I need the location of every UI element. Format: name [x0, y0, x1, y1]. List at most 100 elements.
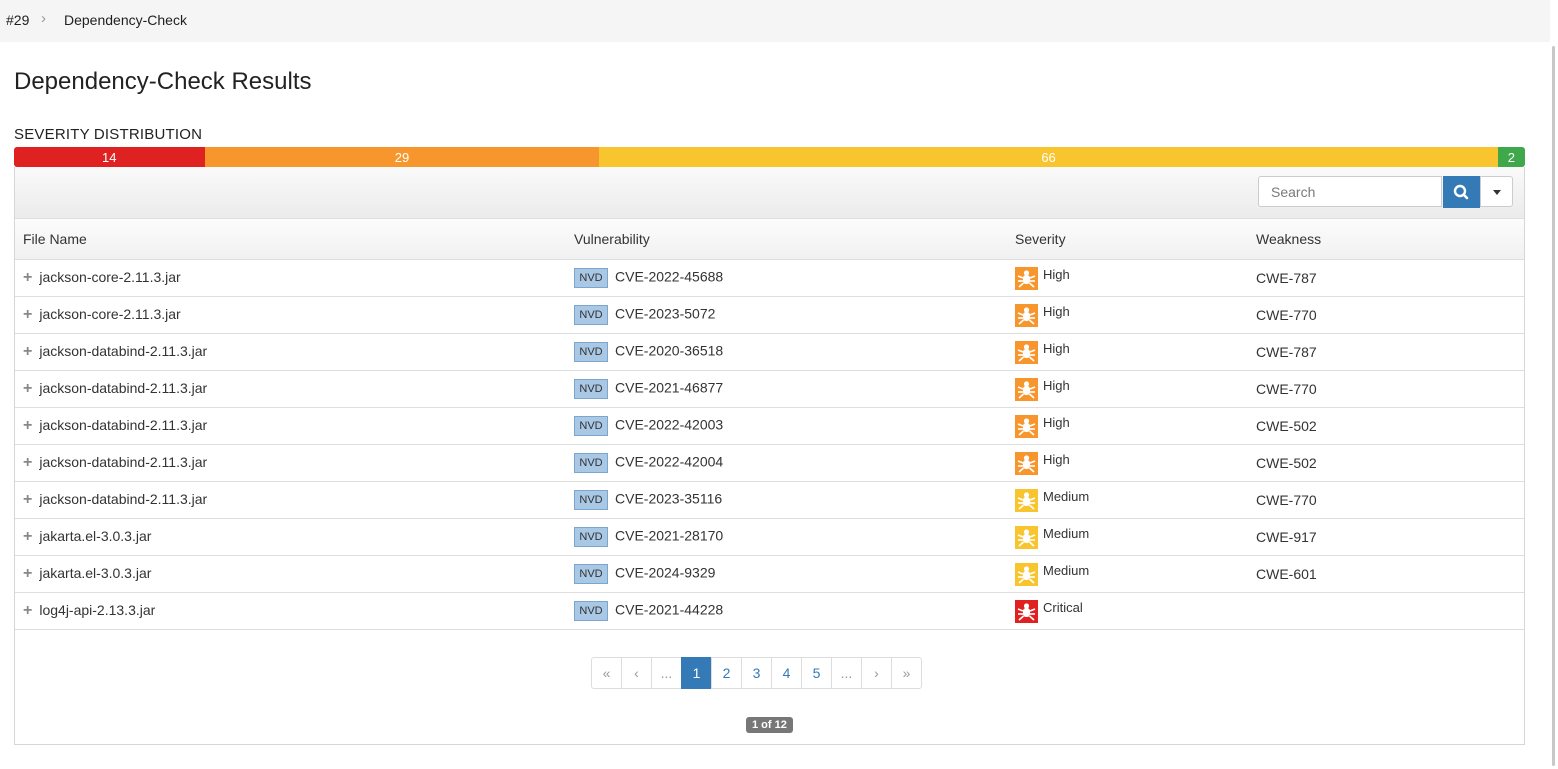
- expand-icon[interactable]: +: [23, 528, 32, 545]
- expand-icon[interactable]: +: [23, 417, 32, 434]
- page-button[interactable]: ...: [831, 657, 862, 689]
- search-icon: [1453, 184, 1469, 200]
- page-button[interactable]: 2: [711, 657, 742, 689]
- page-button[interactable]: ‹: [621, 657, 652, 689]
- file-cell: + jackson-databind-2.11.3.jar: [15, 407, 566, 445]
- file-cell: + jackson-databind-2.11.3.jar: [15, 370, 566, 408]
- table-row[interactable]: + jackson-core-2.11.3.jar NVD CVE-2023-5072…: [15, 296, 1524, 334]
- page-button[interactable]: ›: [861, 657, 892, 689]
- caret-down-icon: [1493, 190, 1501, 195]
- table-row[interactable]: + jackson-databind-2.11.3.jar NVD CVE-2022-…: [15, 444, 1524, 482]
- breadcrumb-build[interactable]: #29: [6, 12, 29, 28]
- expand-icon[interactable]: +: [23, 491, 32, 508]
- search-button[interactable]: [1443, 176, 1480, 208]
- nvd-badge: NVD: [574, 305, 608, 325]
- severity-distribution-label: SEVERITY DISTRIBUTION: [14, 126, 203, 143]
- severity-cell: High: [1007, 296, 1248, 334]
- nvd-badge: NVD: [574, 601, 608, 621]
- severity-label: Medium: [1043, 562, 1090, 578]
- breadcrumb-page[interactable]: Dependency-Check: [64, 12, 187, 28]
- severity-label: High: [1043, 377, 1070, 393]
- bug-icon: [1015, 562, 1038, 586]
- cve-link[interactable]: CVE-2021-28170: [615, 528, 723, 544]
- file-cell: + jakarta.el-3.0.3.jar: [15, 518, 566, 556]
- column-header-severity[interactable]: Severity: [1007, 219, 1248, 260]
- pagination: «‹... 1 2 3 4 5... ›»: [591, 657, 922, 689]
- bug-icon: [1015, 266, 1038, 290]
- table-row[interactable]: + jakarta.el-3.0.3.jar NVD CVE-2024-9329 Med…: [15, 555, 1524, 593]
- weakness-cell: CWE-770: [1248, 296, 1524, 334]
- weakness-cell: CWE-502: [1248, 444, 1524, 482]
- nvd-badge: NVD: [574, 268, 608, 288]
- severity-segment: 66: [599, 147, 1498, 167]
- file-cell: + jackson-databind-2.11.3.jar: [15, 333, 566, 371]
- cve-link[interactable]: CVE-2022-42003: [615, 417, 723, 433]
- page-button[interactable]: «: [591, 657, 622, 689]
- vulnerability-cell: NVD CVE-2023-35116: [566, 481, 1007, 519]
- vulnerability-cell: NVD CVE-2022-45688: [566, 259, 1007, 297]
- page-button[interactable]: 3: [741, 657, 772, 689]
- column-header-file-name[interactable]: File Name: [15, 219, 566, 260]
- bug-icon-shape: [1015, 488, 1038, 512]
- breadcrumb-separator-icon: ›: [41, 10, 46, 27]
- nvd-badge: NVD: [574, 490, 608, 510]
- severity-label: High: [1043, 451, 1070, 467]
- cve-link[interactable]: CVE-2022-45688: [615, 269, 723, 285]
- severity-label: High: [1043, 414, 1070, 430]
- table-row[interactable]: + jackson-databind-2.11.3.jar NVD CVE-2022-…: [15, 407, 1524, 445]
- expand-icon[interactable]: +: [23, 565, 32, 582]
- vulnerability-cell: NVD CVE-2020-36518: [566, 333, 1007, 371]
- expand-icon[interactable]: +: [23, 269, 32, 286]
- weakness-cell: CWE-770: [1248, 481, 1524, 519]
- page-button[interactable]: »: [891, 657, 922, 689]
- page-button[interactable]: 5: [801, 657, 832, 689]
- file-name: jackson-databind-2.11.3.jar: [39, 417, 208, 433]
- bug-icon-shape: [1015, 525, 1038, 549]
- vertical-scrollbar[interactable]: [1550, 0, 1558, 769]
- bug-icon-shape: [1015, 414, 1038, 438]
- vulnerability-cell: NVD CVE-2021-46877: [566, 370, 1007, 408]
- page-button[interactable]: 1: [681, 657, 712, 689]
- severity-segment: 2: [1497, 147, 1525, 167]
- page-button[interactable]: ...: [651, 657, 682, 689]
- table-toolbar: [15, 167, 1524, 219]
- severity-cell: High: [1007, 370, 1248, 408]
- expand-icon[interactable]: +: [23, 343, 32, 360]
- search-options-dropdown[interactable]: [1480, 176, 1513, 207]
- bug-icon: [1015, 488, 1038, 512]
- expand-icon[interactable]: +: [23, 380, 32, 397]
- table-header-row: File Name Vulnerability Severity Weaknes…: [15, 219, 1524, 260]
- page-button[interactable]: 4: [771, 657, 802, 689]
- severity-cell: Critical: [1007, 592, 1248, 630]
- table-row[interactable]: + jackson-databind-2.11.3.jar NVD CVE-2020-…: [15, 333, 1524, 371]
- cve-link[interactable]: CVE-2021-44228: [615, 602, 723, 618]
- search-input[interactable]: [1258, 176, 1442, 207]
- table-row[interactable]: + jackson-databind-2.11.3.jar NVD CVE-2023-…: [15, 481, 1524, 519]
- column-header-vulnerability[interactable]: Vulnerability: [566, 219, 1007, 260]
- cve-link[interactable]: CVE-2023-5072: [615, 306, 715, 322]
- table-row[interactable]: + jakarta.el-3.0.3.jar NVD CVE-2021-28170 Me…: [15, 518, 1524, 556]
- severity-label: Critical: [1043, 599, 1083, 615]
- column-header-weakness[interactable]: Weakness: [1248, 219, 1524, 260]
- vulnerability-cell: NVD CVE-2021-28170: [566, 518, 1007, 556]
- bug-icon: [1015, 377, 1038, 401]
- cve-link[interactable]: CVE-2021-46877: [615, 380, 723, 396]
- page-info-badge: 1 of 12: [746, 717, 793, 733]
- expand-icon[interactable]: +: [23, 306, 32, 323]
- expand-icon[interactable]: +: [23, 454, 32, 471]
- table-row[interactable]: + log4j-api-2.13.3.jar NVD CVE-2021-44228 Cr…: [15, 592, 1524, 630]
- severity-cell: High: [1007, 259, 1248, 297]
- bug-icon-shape: [1015, 303, 1038, 327]
- cve-link[interactable]: CVE-2023-35116: [615, 491, 722, 507]
- severity-label: Medium: [1043, 525, 1090, 541]
- expand-icon[interactable]: +: [23, 602, 32, 619]
- cve-link[interactable]: CVE-2020-36518: [615, 343, 723, 359]
- cve-link[interactable]: CVE-2024-9329: [615, 565, 715, 581]
- weakness-cell: CWE-770: [1248, 370, 1524, 408]
- table-row[interactable]: + jackson-core-2.11.3.jar NVD CVE-2022-4568…: [15, 259, 1524, 297]
- scrollbar-thumb[interactable]: [1552, 46, 1555, 766]
- table-row[interactable]: + jackson-databind-2.11.3.jar NVD CVE-2021-…: [15, 370, 1524, 408]
- cve-link[interactable]: CVE-2022-42004: [615, 454, 723, 470]
- file-cell: + jackson-databind-2.11.3.jar: [15, 481, 566, 519]
- bug-icon: [1015, 599, 1038, 623]
